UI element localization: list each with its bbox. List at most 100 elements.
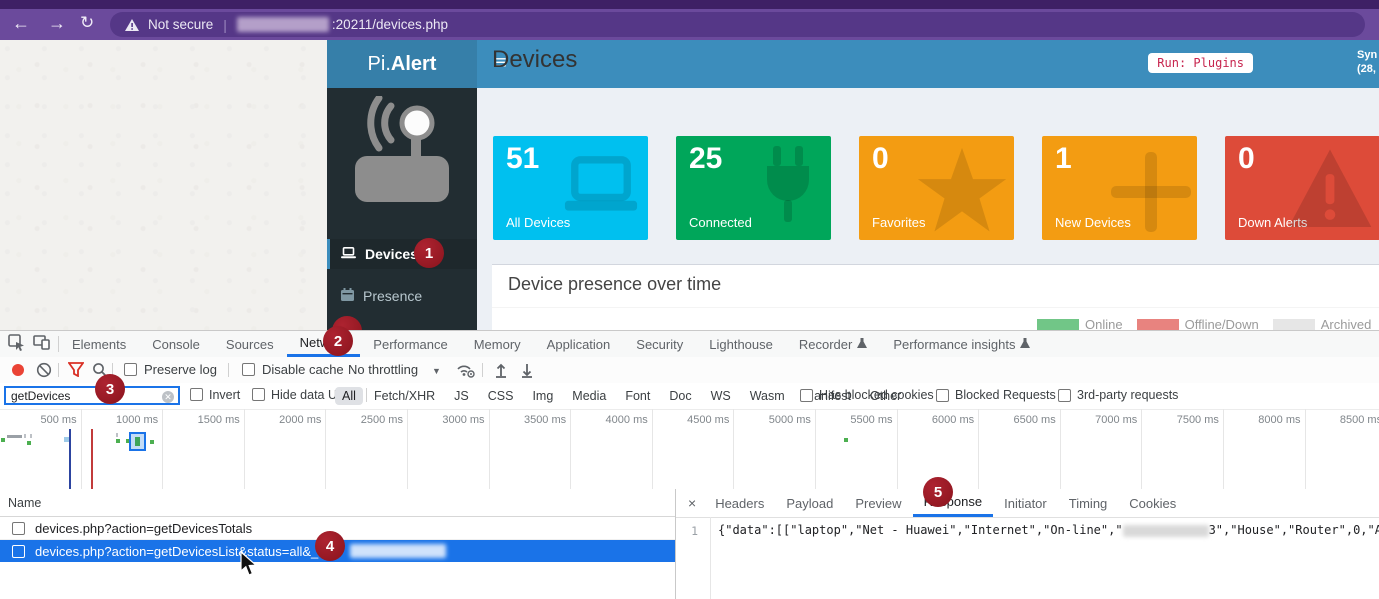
devtools-tabbar: Elements Console Sources Network Perform… [0, 331, 1379, 358]
offline-swatch [1137, 319, 1179, 330]
import-har-icon[interactable] [494, 362, 508, 381]
preserve-log-label[interactable]: Preserve log [144, 362, 217, 377]
stat-value: 0 [1238, 142, 1255, 176]
filter-type-all[interactable]: All [335, 387, 363, 405]
annotation-badge-4: 4 [315, 531, 345, 561]
has-blocked-cookies-filter[interactable]: Has blocked cookies [800, 388, 934, 402]
tab-performance[interactable]: Performance [360, 331, 460, 357]
tab-lighthouse[interactable]: Lighthouse [696, 331, 786, 357]
stat-card-connected[interactable]: 25 Connected [676, 136, 831, 240]
run-plugins-button[interactable]: Run: Plugins [1148, 53, 1253, 73]
tab-security[interactable]: Security [623, 331, 696, 357]
timeline-tick: 5500 ms [816, 409, 898, 489]
disable-cache-label[interactable]: Disable cache [262, 362, 344, 377]
tab-elements[interactable]: Elements [59, 331, 139, 357]
invert-checkbox[interactable] [190, 388, 203, 401]
sidebar-item-devices[interactable]: Devices [327, 239, 477, 269]
filter-type-chip[interactable]: Doc [669, 389, 691, 403]
filter-type-chip[interactable]: Media [572, 389, 606, 403]
chart-legend: Online Offline/Down Archived [1037, 317, 1371, 330]
reload-icon[interactable]: ↻ [80, 13, 94, 33]
invert-label[interactable]: Invert [209, 388, 240, 402]
name-column-header[interactable]: Name [8, 496, 41, 510]
filter-type-chip[interactable]: Img [532, 389, 553, 403]
response-body-viewer[interactable]: 1 {"data":[["laptop","Net - Huawei","Int… [676, 517, 1379, 599]
filter-type-chip[interactable]: Wasm [750, 389, 785, 403]
blurred-ip-address [1123, 525, 1209, 537]
divider [58, 363, 59, 377]
waterfall-tick [30, 434, 32, 438]
filter-type-chip[interactable]: Fetch/XHR [374, 389, 435, 403]
disable-cache-checkbox[interactable] [242, 363, 255, 376]
export-har-icon[interactable] [520, 362, 534, 381]
tab-headers[interactable]: Headers [704, 489, 775, 517]
forward-icon[interactable]: → [48, 13, 66, 33]
tab-memory[interactable]: Memory [461, 331, 534, 357]
stat-card-all-devices[interactable]: 51 All Devices [493, 136, 648, 240]
stat-card-favorites[interactable]: 0 Favorites [859, 136, 1014, 240]
tab-payload[interactable]: Payload [775, 489, 844, 517]
clear-network-log-icon[interactable] [36, 362, 52, 381]
tab-application[interactable]: Application [534, 331, 624, 357]
device-toolbar-icon[interactable] [33, 335, 50, 353]
load-event-marker [91, 429, 93, 489]
filter-type-chip[interactable]: Font [625, 389, 650, 403]
blocked-requests-checkbox[interactable] [936, 389, 949, 402]
url-path: :20211/devices.php [332, 17, 448, 32]
network-overview-timeline[interactable]: 500 ms1000 ms1500 ms2000 ms2500 ms3000 m… [0, 409, 1379, 490]
filter-icon-active[interactable] [68, 362, 84, 380]
tab-recorder[interactable]: Recorder [786, 331, 880, 357]
annotation-badge-2: 2 [323, 326, 353, 356]
not-secure-label: Not secure [148, 17, 213, 32]
annotation-badge-5: 5 [923, 477, 953, 507]
blurred-hostname [237, 17, 329, 32]
browser-tabstrip [0, 0, 1379, 9]
third-party-requests-filter[interactable]: 3rd-party requests [1058, 388, 1178, 402]
timeline-tick: 1000 ms [82, 409, 164, 489]
tab-initiator[interactable]: Initiator [993, 489, 1058, 517]
experiment-flask-icon [1020, 337, 1030, 352]
close-details-icon[interactable]: × [680, 489, 704, 517]
filter-input[interactable]: getDevices ✕ [4, 386, 180, 405]
filter-type-chip[interactable]: CSS [488, 389, 514, 403]
inspect-element-icon[interactable] [8, 334, 25, 354]
third-party-requests-checkbox[interactable] [1058, 389, 1071, 402]
request-checkbox[interactable] [12, 545, 25, 558]
request-checkbox[interactable] [12, 522, 25, 535]
record-network-log-button[interactable] [12, 364, 24, 376]
tab-console[interactable]: Console [139, 331, 213, 357]
tab-preview[interactable]: Preview [844, 489, 912, 517]
plus-icon [1111, 146, 1191, 238]
throttling-select[interactable]: No throttling [348, 362, 418, 377]
hide-data-urls-checkbox[interactable] [252, 388, 265, 401]
network-conditions-icon[interactable] [455, 362, 475, 381]
stat-card-new-devices[interactable]: 1 New Devices [1042, 136, 1197, 240]
timeline-tick: 3000 ms [408, 409, 490, 489]
stat-card-down-alerts[interactable]: 0 Down Alerts [1225, 136, 1379, 240]
tab-sources[interactable]: Sources [213, 331, 287, 357]
timeline-tick: 4000 ms [571, 409, 653, 489]
tab-performance-insights[interactable]: Performance insights [880, 331, 1043, 357]
request-table-header[interactable]: Name [0, 489, 675, 517]
tab-timing[interactable]: Timing [1058, 489, 1119, 517]
has-blocked-cookies-checkbox[interactable] [800, 389, 813, 402]
address-bar[interactable]: Not secure | :20211/devices.php [110, 12, 1365, 37]
divider [482, 363, 483, 377]
plug-icon [753, 146, 825, 232]
sidebar-item-presence[interactable]: Presence [327, 281, 477, 311]
legend-offline: Offline/Down [1137, 317, 1259, 330]
clear-filter-icon[interactable]: ✕ [162, 391, 174, 403]
filter-type-chip[interactable]: JS [454, 389, 469, 403]
app-logo[interactable]: Pi.Alert [327, 40, 477, 88]
network-toolbar: Preserve log Disable cache No throttling… [0, 357, 1379, 384]
blocked-requests-filter[interactable]: Blocked Requests [936, 388, 1056, 402]
laptop-icon [560, 146, 642, 226]
user-label: Syn(28, [1357, 48, 1379, 76]
tab-cookies[interactable]: Cookies [1118, 489, 1187, 517]
annotation-badge-3: 3 [95, 374, 125, 404]
preserve-log-checkbox[interactable] [124, 363, 137, 376]
filter-type-chip[interactable]: WS [711, 389, 731, 403]
back-icon[interactable]: ← [12, 13, 30, 33]
request-details-panel: × Headers Payload Preview Response Initi… [676, 489, 1379, 599]
throttling-caret-icon[interactable]: ▼ [432, 366, 441, 376]
